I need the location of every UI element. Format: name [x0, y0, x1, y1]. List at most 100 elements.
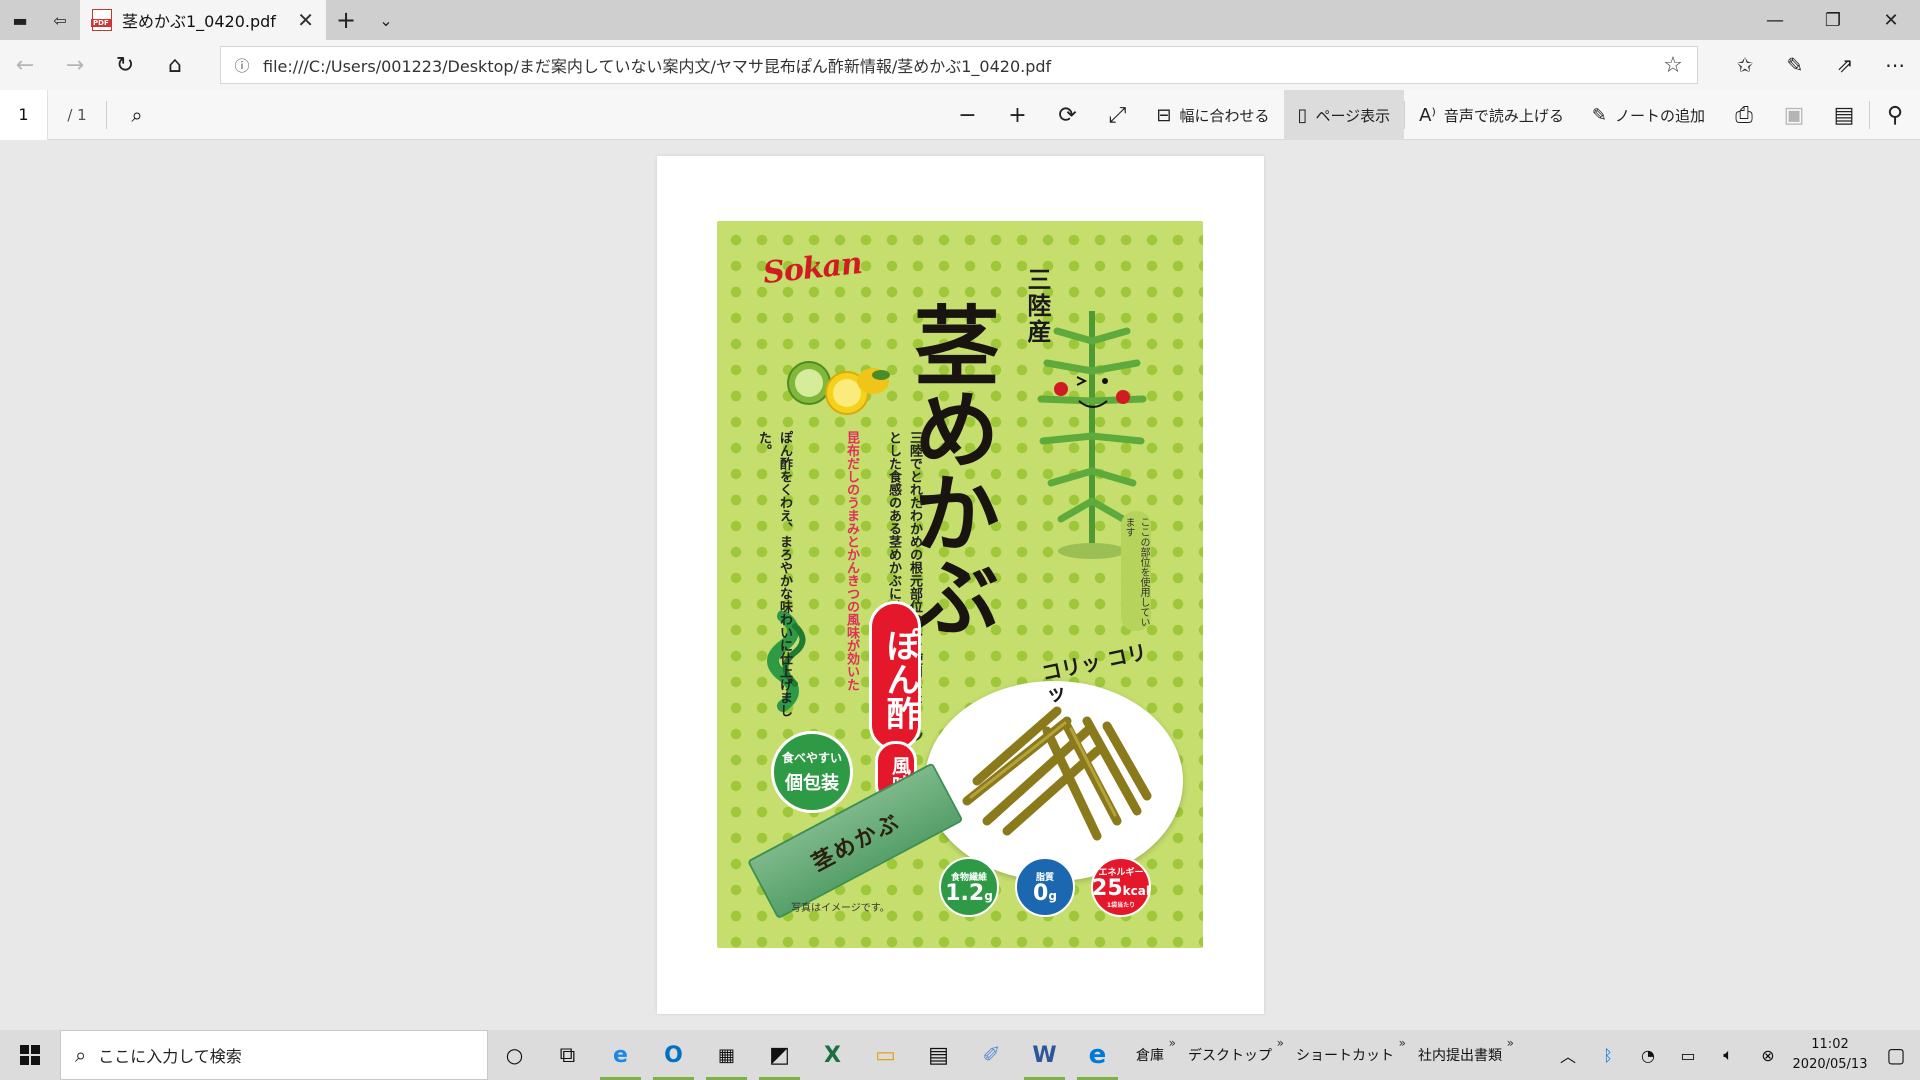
share-icon[interactable]: ⇗: [1820, 40, 1870, 90]
tab-pdf[interactable]: PDF 茎めかぶ1_0420.pdf ✕: [80, 0, 326, 40]
system-tray: ︿ ᛒ ◔ ▭ 🔈︎ ⊗ 11:02 2020/05/13 ▢: [1548, 1030, 1920, 1080]
paint-icon[interactable]: ✐: [965, 1030, 1018, 1080]
url-text[interactable]: file:///C:/Users/001223/Desktop/まだ案内していな…: [263, 53, 1649, 77]
toolbar-shortcut[interactable]: ショートカット: [1284, 1030, 1406, 1080]
pdf-file-icon: PDF: [91, 9, 112, 31]
bluetooth-icon[interactable]: ᛒ: [1588, 1046, 1628, 1065]
toolbar-documents[interactable]: 社内提出書類: [1406, 1030, 1514, 1080]
title-bar: ▬ ⇦ PDF 茎めかぶ1_0420.pdf ✕ + ⌄ — ❐ ✕: [0, 0, 1920, 40]
favorite-star-icon[interactable]: ☆: [1649, 53, 1697, 78]
word-icon[interactable]: W: [1018, 1030, 1071, 1080]
save-icon[interactable]: ▣: [1769, 90, 1819, 140]
windows-logo-icon: [20, 1045, 40, 1065]
print-icon[interactable]: ⎙: [1719, 90, 1769, 140]
refresh-icon[interactable]: ↻: [100, 40, 150, 90]
individual-pack-badge: 食べやすい 個包装: [771, 731, 853, 813]
toolbar-storage[interactable]: 倉庫: [1124, 1030, 1176, 1080]
pack-badge-line-1: 食べやすい: [781, 751, 842, 765]
product-package-image: Sokan 三陸産 茎めかぶ 三陸でとれたわかめの根元部位のみを使用したコリッと…: [717, 221, 1203, 948]
pin-toolbar-icon[interactable]: ⚲: [1870, 90, 1920, 140]
add-note-button[interactable]: ✎ ノートの追加: [1578, 90, 1719, 140]
action-center-icon[interactable]: ▢: [1872, 1043, 1920, 1067]
start-button[interactable]: [0, 1030, 60, 1080]
minimize-icon[interactable]: —: [1746, 0, 1804, 40]
rotate-icon[interactable]: ⟳: [1042, 90, 1092, 140]
app-icon[interactable]: ▦: [700, 1030, 753, 1080]
nutrition-unit: g: [1048, 888, 1057, 903]
set-aside-tabs-icon[interactable]: ⇦: [40, 0, 80, 40]
zoom-out-icon[interactable]: −: [942, 90, 992, 140]
more-icon[interactable]: ⋯: [1870, 40, 1920, 90]
restore-icon[interactable]: ❐: [1804, 0, 1862, 40]
task-view-icon[interactable]: ⧉: [541, 1030, 594, 1080]
tab-actions-icon[interactable]: ▬: [0, 0, 40, 40]
excel-icon[interactable]: X: [806, 1030, 859, 1080]
pdf-toolbar: 1 / 1 ⌕ − + ⟳ ⤢ ⊟ 幅に合わせる ▯ ページ表示 A⁾ 音声で読…: [0, 89, 1920, 140]
edge-icon[interactable]: e: [1071, 1030, 1124, 1080]
fit-width-button[interactable]: ⊟ 幅に合わせる: [1142, 90, 1283, 140]
zoom-in-icon[interactable]: +: [992, 90, 1042, 140]
battery-icon[interactable]: ▭: [1668, 1046, 1708, 1065]
nutrition-value: 1.2: [945, 880, 985, 906]
add-note-label: ノートの追加: [1614, 106, 1705, 125]
tab-title: 茎めかぶ1_0420.pdf: [122, 12, 276, 31]
page-view-button[interactable]: ▯ ページ表示: [1283, 90, 1405, 140]
pdf-page: Sokan 三陸産 茎めかぶ 三陸でとれたわかめの根元部位のみを使用したコリッと…: [657, 156, 1264, 1014]
file-explorer-icon[interactable]: ▭: [859, 1030, 912, 1080]
nutrition-unit: kcal: [1122, 884, 1150, 898]
show-hidden-icons-icon[interactable]: ︿: [1548, 1043, 1588, 1067]
clock-date: 2020/05/13: [1792, 1057, 1868, 1072]
nutrition-value: 25: [1092, 876, 1123, 901]
taskbar-search-box[interactable]: ⌕ ここに入力して検索: [60, 1030, 488, 1080]
cortana-icon[interactable]: ○: [488, 1030, 541, 1080]
clock[interactable]: 11:02 2020/05/13: [1788, 1035, 1872, 1075]
address-bar[interactable]: ⓘ file:///C:/Users/001223/Desktop/まだ案内して…: [220, 46, 1698, 84]
navigation-bar: ← → ↻ ⌂ ⓘ file:///C:/Users/001223/Deskto…: [0, 40, 1920, 90]
sticky-app-icon[interactable]: ◩: [753, 1030, 806, 1080]
page-view-icon: ▯: [1297, 104, 1308, 126]
tab-preview-chevron-icon[interactable]: ⌄: [366, 0, 406, 40]
pen-note-icon: ✎: [1591, 104, 1607, 126]
favorites-icon[interactable]: ✩: [1720, 40, 1770, 90]
stick-label: 茎めかぶ: [808, 809, 905, 877]
info-icon[interactable]: ⓘ: [221, 55, 263, 76]
pdf-viewer[interactable]: Sokan 三陸産 茎めかぶ 三陸でとれたわかめの根元部位のみを使用したコリッと…: [0, 141, 1920, 1030]
description-line-2: 昆布だしのうまみとかんきつの風味が効いた: [844, 431, 859, 691]
new-tab-icon[interactable]: +: [326, 0, 366, 40]
forward-icon[interactable]: →: [50, 40, 100, 90]
ime-off-icon[interactable]: ⊗: [1748, 1046, 1788, 1065]
page-view-label: ページ表示: [1315, 106, 1391, 125]
read-aloud-button[interactable]: A⁾ 音声で読み上げる: [1405, 90, 1578, 140]
page-number-input[interactable]: 1: [0, 89, 48, 140]
toolbar-desktop[interactable]: デスクトップ: [1176, 1030, 1284, 1080]
close-window-icon[interactable]: ✕: [1862, 0, 1920, 40]
nutrition-note: 1袋当たり: [1106, 902, 1136, 909]
citrus-illustration: [787, 361, 890, 415]
search-icon[interactable]: ⌕: [107, 103, 167, 127]
pen-icon[interactable]: ✎: [1770, 40, 1820, 90]
volume-icon[interactable]: 🔈︎: [1708, 1045, 1748, 1065]
network-icon[interactable]: ◔: [1628, 1046, 1668, 1065]
mekabu-stems-illustration: [962, 706, 1152, 841]
search-icon: ⌕: [75, 1043, 87, 1067]
fit-width-label: 幅に合わせる: [1179, 106, 1270, 125]
save-as-icon[interactable]: ▤: [1819, 90, 1869, 140]
page-total: / 1: [67, 105, 87, 124]
nutrition-badge-energy: エネルギー 25kcal 1袋当たり: [1091, 857, 1151, 917]
read-aloud-icon: A⁾: [1419, 104, 1436, 126]
internet-explorer-icon[interactable]: e: [594, 1030, 647, 1080]
pack-badge-line-2: 個包装: [785, 773, 839, 794]
nutrition-value: 0: [1033, 880, 1049, 906]
home-icon[interactable]: ⌂: [150, 40, 200, 90]
calculator-icon[interactable]: ▤: [912, 1030, 965, 1080]
flavor-badge-ponzu: ぽん酢: [869, 601, 921, 751]
outlook-icon[interactable]: O: [647, 1030, 700, 1080]
nutrition-badge-fiber: 食物繊維 1.2g: [939, 857, 999, 917]
brand-logo: Sokan: [761, 245, 864, 292]
back-icon[interactable]: ←: [0, 40, 50, 90]
clock-time: 11:02: [1811, 1037, 1849, 1052]
fullscreen-icon[interactable]: ⤢: [1092, 90, 1142, 140]
taskbar: ⌕ ここに入力して検索 ○ ⧉ e O ▦ ◩ X ▭ ▤ ✐ W e 倉庫 デ…: [0, 1030, 1920, 1080]
close-tab-icon[interactable]: ✕: [297, 8, 314, 32]
part-label: ここの部位を使用しています: [1121, 511, 1151, 631]
